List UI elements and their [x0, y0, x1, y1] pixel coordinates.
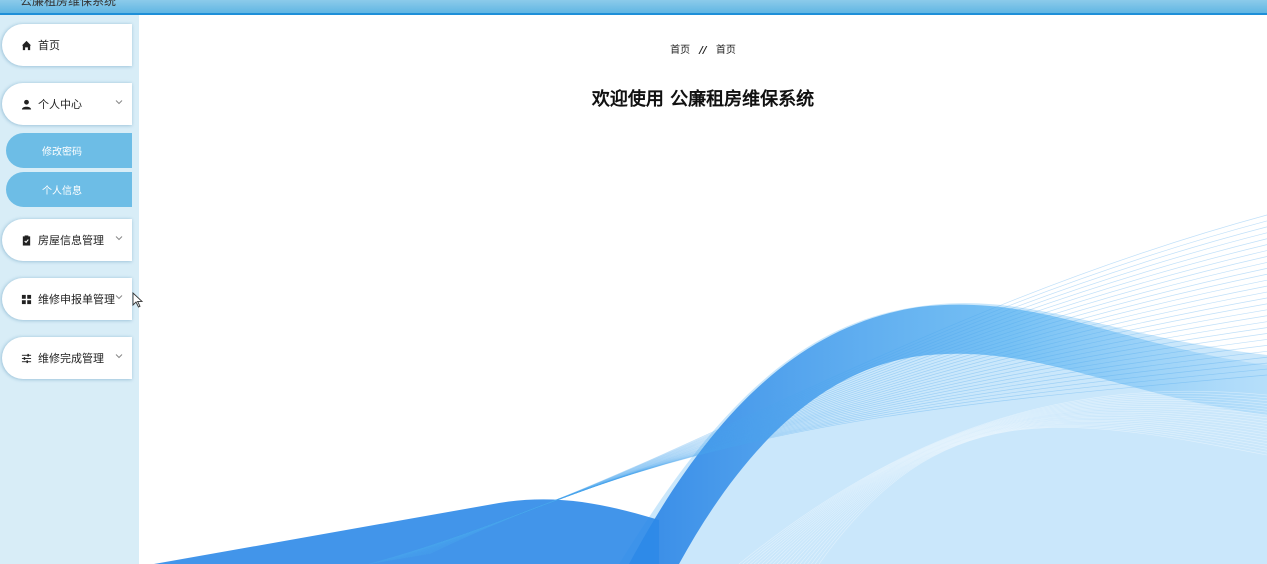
- sidebar-item-label: 维修完成管理: [38, 352, 104, 365]
- welcome-title: 欢迎使用 公廉租房维保系统: [591, 89, 815, 110]
- clipboard-icon: [20, 234, 32, 246]
- sidebar-item-home[interactable]: 首页: [2, 24, 132, 66]
- system-title: 公廉租房维保系统: [20, 0, 117, 8]
- submenu-personal-info[interactable]: 个人信息: [6, 172, 132, 207]
- sidebar-item-repair-report[interactable]: 维修申报单管理: [2, 278, 132, 320]
- chevron-down-icon: [115, 236, 123, 241]
- mouse-pointer-icon: [132, 292, 144, 308]
- submenu-label: 修改密码: [42, 147, 82, 158]
- submenu-label: 个人信息: [42, 186, 82, 197]
- main-content: 首页 // 首页 欢迎使用 公廉租房维保系统: [139, 15, 1267, 564]
- sidebar: 首页 个人中心 修改密码 个人信息 房屋信息管理 维修申报单管理 维修完成管理: [0, 15, 139, 564]
- sidebar-item-label: 房屋信息管理: [38, 234, 104, 247]
- sidebar-item-label: 首页: [38, 39, 60, 52]
- sidebar-item-house-info[interactable]: 房屋信息管理: [2, 219, 132, 261]
- sidebar-item-label: 个人中心: [38, 98, 82, 111]
- breadcrumb-first[interactable]: 首页: [670, 45, 690, 56]
- user-icon: [20, 98, 32, 110]
- breadcrumb-current: 首页: [715, 45, 736, 56]
- sidebar-item-personal-center[interactable]: 个人中心: [2, 83, 132, 125]
- chevron-down-icon: [115, 100, 123, 105]
- grid-icon: [20, 293, 32, 305]
- top-header-bar: 公廉租房维保系统: [0, 0, 1267, 15]
- breadcrumb: 首页 // 首页: [139, 41, 1267, 56]
- chevron-down-icon: [115, 354, 123, 359]
- sliders-icon: [20, 352, 32, 364]
- sidebar-item-repair-complete[interactable]: 维修完成管理: [2, 337, 132, 379]
- submenu-change-password[interactable]: 修改密码: [6, 133, 132, 168]
- chevron-down-icon: [115, 295, 123, 300]
- home-icon: [20, 39, 32, 51]
- sidebar-item-label: 维修申报单管理: [38, 293, 115, 306]
- breadcrumb-separator: //: [699, 45, 707, 56]
